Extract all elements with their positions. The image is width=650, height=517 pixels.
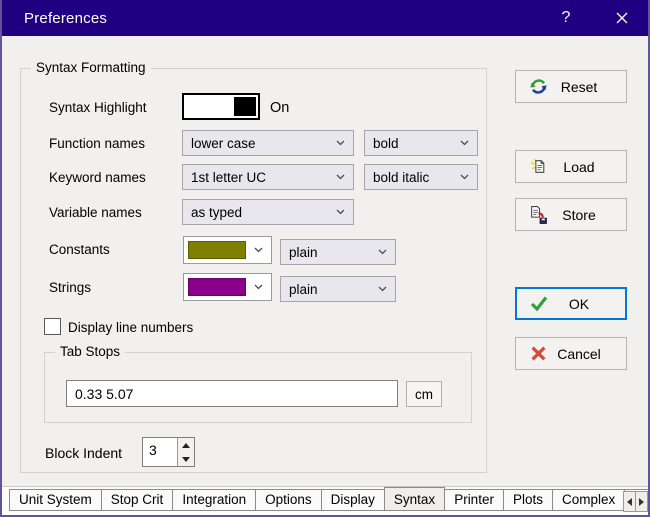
arrow-up-icon [182, 443, 190, 448]
keyword-names-label: Keyword names [49, 170, 146, 185]
block-indent-spinner[interactable]: 3 [142, 437, 195, 467]
chevron-down-icon [460, 174, 469, 180]
chevron-down-icon [254, 284, 263, 290]
function-names-label: Function names [49, 136, 145, 151]
load-button[interactable]: Load [515, 150, 627, 183]
block-indent-label: Block Indent [45, 445, 122, 461]
function-case-select[interactable]: lower case [182, 130, 354, 156]
tab-stops-group-label: Tab Stops [55, 344, 125, 359]
strings-color-swatch [188, 278, 246, 296]
spin-up-button[interactable] [178, 438, 194, 452]
spin-down-button[interactable] [178, 452, 194, 466]
function-case-value: lower case [191, 136, 330, 151]
reset-button[interactable]: Reset [515, 70, 627, 103]
constants-color-select[interactable] [183, 236, 272, 264]
tab-options[interactable]: Options [255, 489, 322, 511]
unit-label: cm [415, 387, 433, 402]
ok-button[interactable]: OK [515, 287, 627, 320]
function-style-select[interactable]: bold [364, 130, 478, 156]
titlebar[interactable]: Preferences ? [0, 0, 650, 36]
keyword-case-value: 1st letter UC [191, 170, 330, 185]
red-x-icon [526, 345, 550, 362]
toggle-state-label: On [270, 100, 289, 116]
tab-plots[interactable]: Plots [503, 489, 553, 511]
strings-style-select[interactable]: plain [280, 276, 396, 302]
chevron-down-icon [336, 174, 345, 180]
variable-case-select[interactable]: as typed [182, 199, 354, 225]
tab-printer[interactable]: Printer [444, 489, 504, 511]
variable-case-value: as typed [191, 205, 330, 220]
function-style-value: bold [373, 136, 454, 151]
chevron-down-icon [378, 249, 387, 255]
tab-stop-crit[interactable]: Stop Crit [101, 489, 174, 511]
constants-label: Constants [49, 242, 110, 257]
chevron-down-icon [336, 140, 345, 146]
bottom-tab-bar: Unit System Stop Crit Integration Option… [0, 486, 650, 515]
constants-color-swatch [188, 241, 246, 259]
ok-label: OK [551, 296, 607, 312]
tab-unit-system[interactable]: Unit System [9, 489, 102, 511]
close-icon [616, 12, 628, 24]
strings-style-value: plain [289, 282, 372, 297]
store-button[interactable]: Store [515, 198, 627, 231]
window-title: Preferences [0, 10, 107, 27]
keyword-style-value: bold italic [373, 170, 454, 185]
variable-names-label: Variable names [49, 205, 142, 220]
strings-color-select[interactable] [183, 273, 272, 301]
syntax-highlight-toggle[interactable] [182, 93, 260, 120]
arrow-left-icon [627, 498, 632, 506]
cancel-label: Cancel [550, 346, 608, 362]
store-label: Store [550, 207, 608, 223]
constants-style-value: plain [289, 245, 372, 260]
close-button[interactable] [594, 0, 650, 36]
chevron-down-icon [254, 247, 263, 253]
keyword-style-select[interactable]: bold italic [364, 164, 478, 190]
block-indent-value: 3 [143, 438, 177, 466]
cancel-button[interactable]: Cancel [515, 337, 627, 370]
help-button[interactable]: ? [538, 0, 594, 36]
toggle-knob [234, 97, 256, 116]
syntax-highlight-label: Syntax Highlight [49, 100, 147, 115]
load-document-icon [526, 157, 550, 176]
arrow-down-icon [182, 457, 190, 462]
reset-label: Reset [550, 79, 608, 95]
tab-stops-input[interactable] [66, 380, 398, 407]
chevron-down-icon [460, 140, 469, 146]
tab-display[interactable]: Display [321, 489, 385, 511]
refresh-icon [526, 77, 550, 96]
store-document-icon [526, 205, 550, 224]
chevron-down-icon [378, 286, 387, 292]
constants-style-select[interactable]: plain [280, 239, 396, 265]
preferences-dialog: Preferences ? Syntax Formatting Syntax H… [0, 0, 650, 517]
display-line-numbers-label: Display line numbers [68, 320, 193, 335]
arrow-right-icon [639, 498, 644, 506]
group-label: Syntax Formatting [31, 60, 151, 75]
strings-label: Strings [49, 280, 91, 295]
display-line-numbers-checkbox[interactable] [44, 318, 61, 335]
load-label: Load [550, 159, 608, 175]
tab-scroll-right-button[interactable] [635, 491, 648, 512]
checkmark-icon [527, 295, 551, 312]
tab-syntax[interactable]: Syntax [384, 487, 445, 511]
chevron-down-icon [336, 209, 345, 215]
tab-integration[interactable]: Integration [172, 489, 256, 511]
tab-complex[interactable]: Complex [552, 489, 625, 511]
keyword-case-select[interactable]: 1st letter UC [182, 164, 354, 190]
unit-cm-button[interactable]: cm [406, 381, 442, 407]
help-icon: ? [562, 9, 571, 27]
